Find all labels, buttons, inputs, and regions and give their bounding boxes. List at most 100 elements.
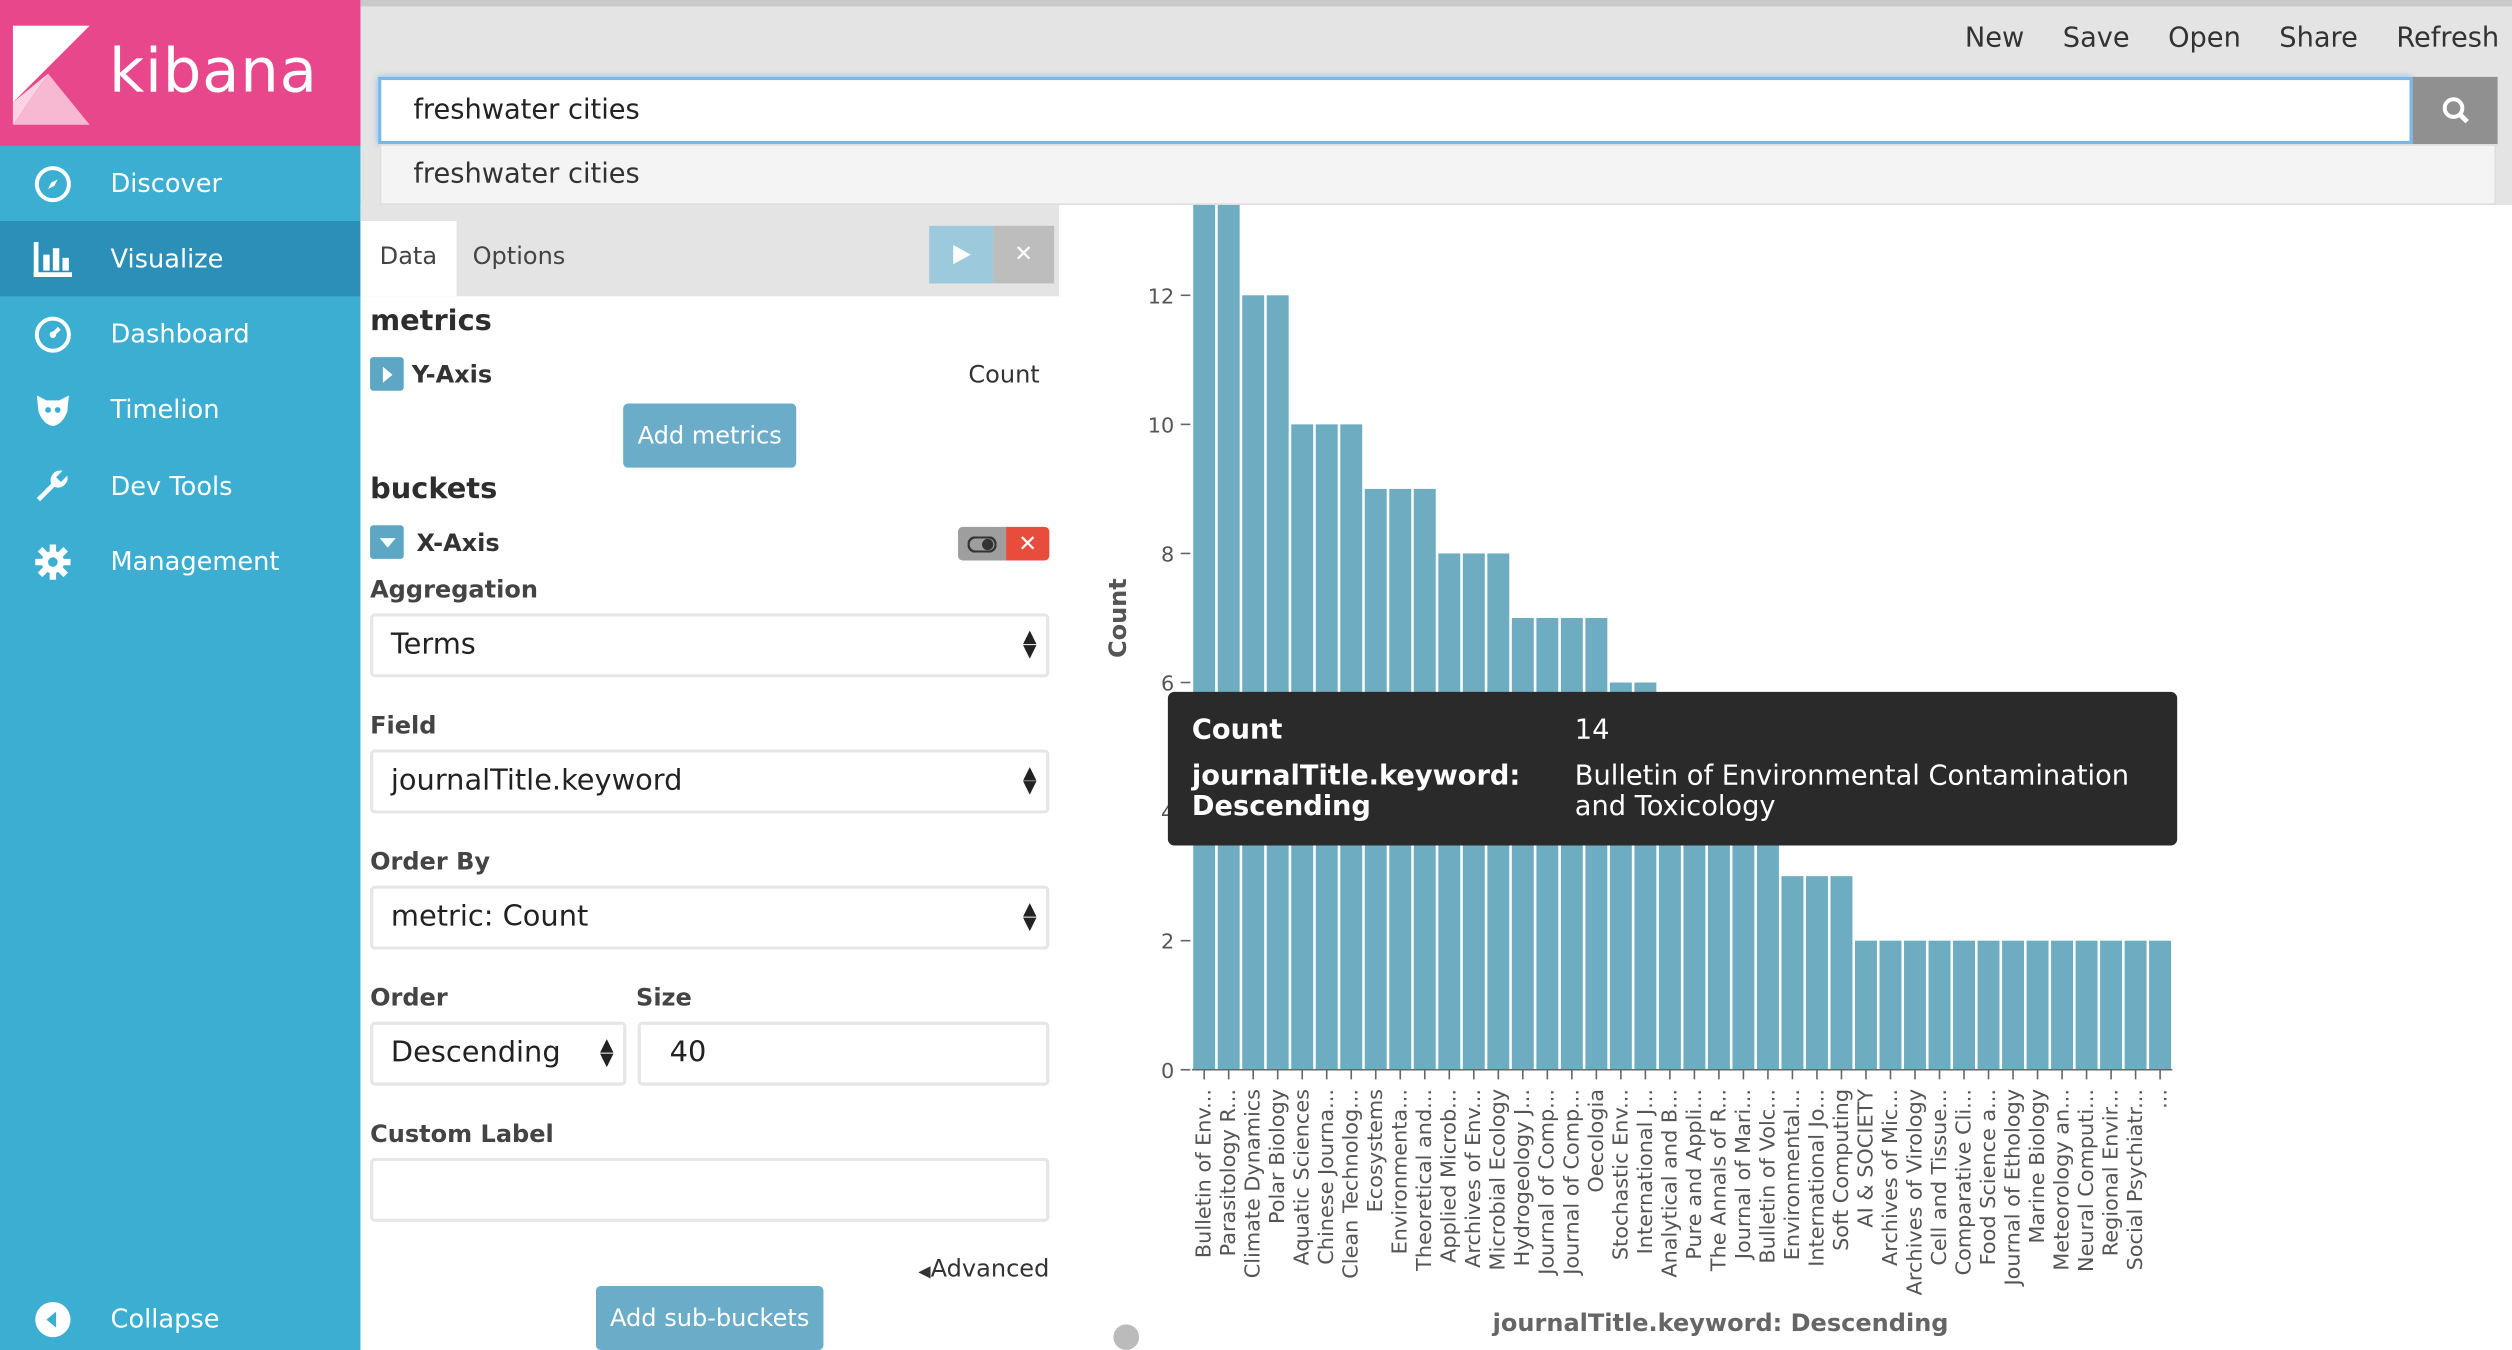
x-tick-label: Theoretical and...	[1412, 1089, 1436, 1272]
tab-options[interactable]: Options	[453, 221, 584, 296]
chart-bar	[2051, 940, 2074, 1070]
sidebar-item-label: Visualize	[110, 243, 224, 274]
sidebar-item-visualize[interactable]: Visualize	[0, 220, 361, 297]
tooltip-field-value: Bulletin of Environmental Contamination …	[1574, 760, 2130, 824]
order-by-value: metric: Count	[390, 900, 589, 934]
caret-right-icon	[382, 365, 392, 382]
x-tick-label: Neural Computi...	[2074, 1089, 2098, 1272]
y-tick-label: 12	[1148, 284, 1174, 308]
dashboard-icon	[32, 313, 74, 355]
scroll-up-icon[interactable]	[1113, 1324, 1140, 1350]
save-button[interactable]: Save	[2063, 22, 2130, 54]
x-tick-label: Food Science a...	[1976, 1089, 2000, 1265]
select-arrows-icon: ▲ ▼	[1022, 626, 1037, 662]
advanced-label: Advanced	[930, 1253, 1050, 1283]
search-input[interactable]: freshwater cities	[378, 76, 2413, 145]
x-tick-label: Marine Biology	[2025, 1089, 2049, 1243]
chart-bar	[2075, 940, 2098, 1070]
remove-aggregation-button[interactable]: ✕	[1006, 526, 1050, 561]
x-tick-label: The Annals of R...	[1706, 1089, 1730, 1272]
order-label: Order	[370, 983, 448, 1013]
x-tick-label: Ecosystems	[1363, 1089, 1387, 1212]
collapse-button[interactable]: Collapse	[0, 1281, 360, 1350]
search-suggestion[interactable]: freshwater cities	[379, 144, 2496, 205]
share-button[interactable]: Share	[2279, 22, 2358, 54]
x-tick-label: Applied Microb...	[1437, 1089, 1461, 1263]
y-tick-label: 2	[1161, 930, 1174, 954]
chart-bar	[1266, 295, 1289, 1070]
x-tick-label: Comparative Cli...	[1951, 1089, 1975, 1275]
sidebar-item-timelion[interactable]: Timelion	[0, 372, 360, 447]
gear-icon	[32, 540, 74, 582]
field-value: journalTitle.keyword	[390, 763, 683, 798]
chart-bar	[1830, 876, 1853, 1070]
disable-aggregation-toggle[interactable]	[958, 526, 1007, 561]
add-sub-buckets-button[interactable]: Add sub-buckets	[595, 1285, 824, 1350]
x-tick-label: Microbial Ecology	[1486, 1089, 1510, 1270]
x-tick-label: Cell and Tissue...	[1927, 1089, 1951, 1266]
chart-bar	[2002, 940, 2025, 1070]
y-axis-label[interactable]: Y-Axis	[412, 360, 493, 389]
x-tick-label: Environmental...	[1780, 1089, 1804, 1260]
new-button[interactable]: New	[1965, 22, 2024, 54]
sidebar-item-dashboard[interactable]: Dashboard	[0, 296, 360, 371]
order-select[interactable]: Descending ▲ ▼	[370, 1021, 627, 1086]
x-tick-label: Polar Biology	[1265, 1089, 1289, 1224]
size-label: Size	[636, 983, 692, 1013]
field-label: Field	[370, 711, 437, 740]
chart-bar	[2124, 940, 2147, 1070]
x-tick-label: Bulletin of Volc...	[1755, 1089, 1779, 1264]
refresh-button[interactable]: Refresh	[2396, 22, 2499, 54]
size-input[interactable]: 40	[637, 1021, 1050, 1086]
kibana-logo-icon	[12, 25, 90, 125]
discard-changes-button[interactable]: ✕	[993, 225, 1055, 284]
tab-data[interactable]: Data	[360, 220, 457, 297]
x-tick-label: Pure and Appli...	[1682, 1089, 1706, 1260]
x-tick-label: Regional Envir...	[2098, 1089, 2122, 1256]
aggregation-select[interactable]: Terms ▲ ▼	[370, 613, 1050, 678]
close-icon: ✕	[1014, 241, 1034, 268]
order-by-select[interactable]: metric: Count ▲ ▼	[370, 885, 1050, 950]
sidebar-item-dev-tools[interactable]: Dev Tools	[0, 448, 360, 523]
search-icon	[2441, 97, 2469, 124]
custom-label-input[interactable]	[370, 1157, 1050, 1222]
tooltip-count-key: Count	[1191, 714, 1283, 747]
caret-down-icon	[378, 537, 395, 547]
x-tick-label: Social Psychiatr...	[2123, 1089, 2147, 1270]
sidebar-item-label: Dev Tools	[110, 470, 233, 502]
x-tick-label: ...	[2148, 1089, 2172, 1109]
open-button[interactable]: Open	[2168, 22, 2241, 54]
x-tick-label: International Jo...	[1804, 1089, 1828, 1267]
x-tick-label: International J...	[1633, 1089, 1657, 1254]
chart-bar	[1855, 940, 1877, 1070]
select-arrows-icon: ▲ ▼	[1022, 762, 1037, 798]
x-axis-toggle[interactable]	[370, 525, 404, 559]
sidebar-item-discover[interactable]: Discover	[0, 146, 360, 221]
tooltip-count-value: 14	[1574, 714, 1610, 747]
chart-bar	[1242, 295, 1265, 1070]
add-metrics-button[interactable]: Add metrics	[623, 403, 797, 468]
toggle-icon	[967, 535, 997, 552]
x-axis-label[interactable]: X-Axis	[417, 528, 500, 557]
search-button[interactable]	[2412, 76, 2498, 145]
collapse-icon	[32, 1298, 74, 1340]
sidebar-item-label: Discover	[110, 168, 223, 199]
x-tick-label: Journal of Comp...	[1559, 1089, 1583, 1277]
custom-label-label: Custom Label	[370, 1119, 554, 1149]
chart-bar	[1904, 940, 1926, 1070]
y-tick-label: 0	[1161, 1059, 1174, 1083]
chart-bar	[1928, 940, 1951, 1070]
app-name: kibana	[108, 35, 318, 106]
apply-changes-button[interactable]	[929, 225, 994, 284]
advanced-toggle[interactable]: ◀Advanced	[918, 1254, 1049, 1283]
chart-tooltip: Count 14 journalTitle.keyword: Descendin…	[1167, 691, 2178, 846]
buckets-title: buckets	[370, 472, 498, 507]
kibana-logo[interactable]: kibana	[0, 0, 361, 146]
field-select[interactable]: journalTitle.keyword ▲ ▼	[370, 749, 1050, 814]
order-by-label: Order By	[370, 847, 491, 876]
sidebar-item-management[interactable]: Management	[0, 524, 360, 599]
close-icon: ✕	[1018, 530, 1038, 557]
x-tick-label: Journal of Comp...	[1535, 1089, 1559, 1277]
y-axis-toggle[interactable]	[370, 357, 404, 391]
chart-bar	[2026, 940, 2049, 1070]
